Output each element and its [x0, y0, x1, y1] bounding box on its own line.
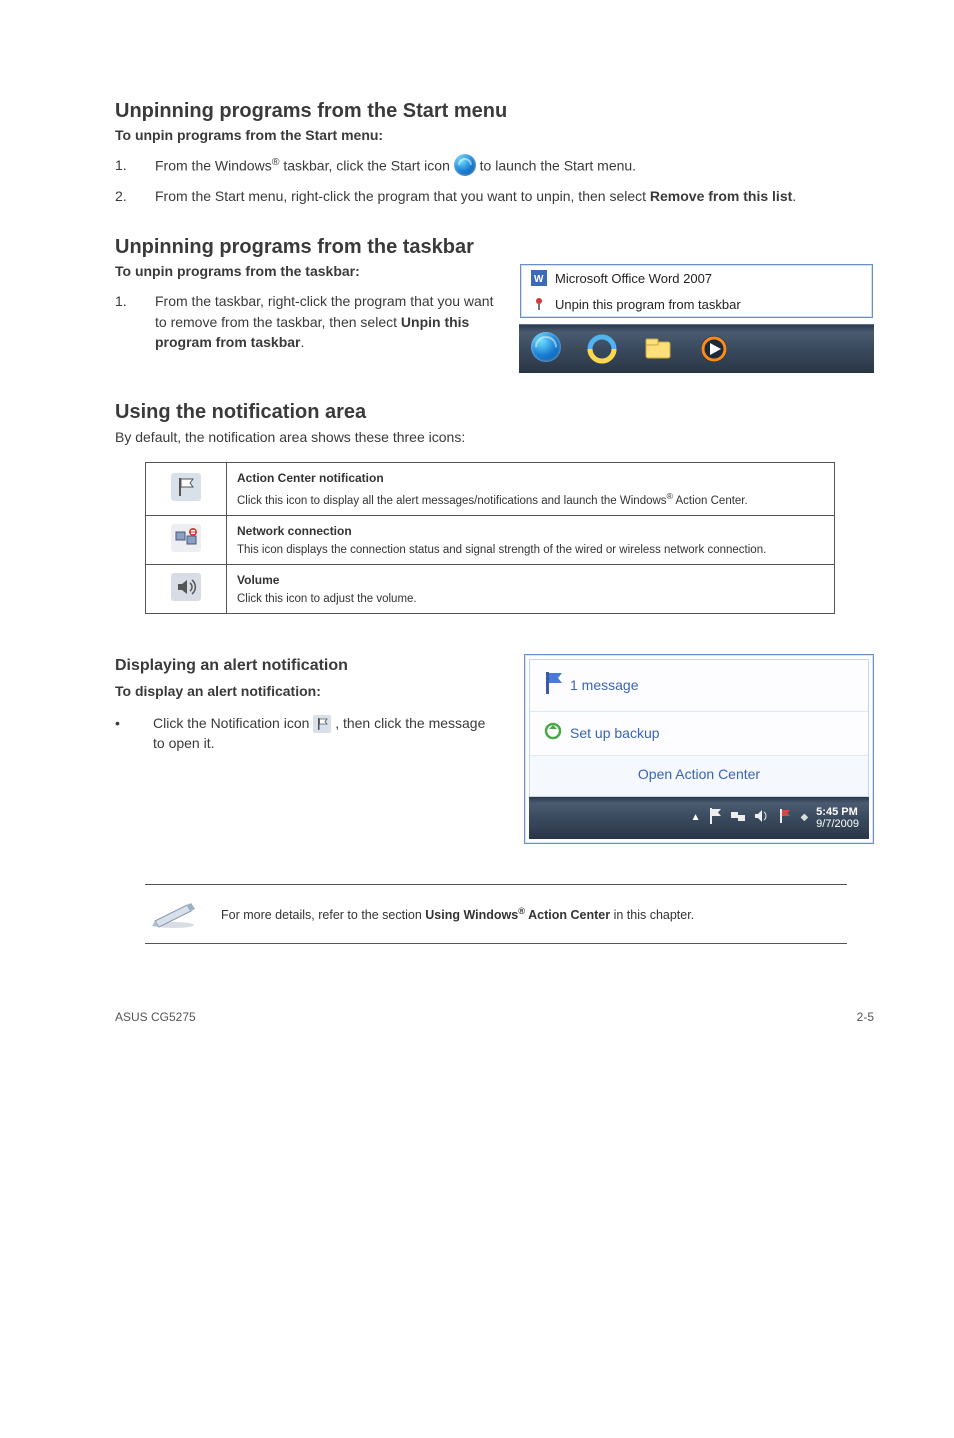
start-icon	[454, 154, 476, 176]
row1-desc: Click this icon to display all the alert…	[237, 495, 748, 507]
word-icon: W	[531, 270, 547, 286]
sec2-step1-number: 1.	[115, 291, 155, 352]
alert-step-text: Click the Notification icon , then click…	[153, 713, 498, 754]
heading-unpin-taskbar: Unpinning programs from the taskbar	[115, 236, 874, 259]
tray-volume-icon[interactable]	[754, 809, 770, 826]
step2-number: 2.	[115, 186, 155, 206]
tray-flag-icon[interactable]	[778, 808, 792, 827]
row1-title: Action Center notification	[237, 471, 824, 485]
tray-action-center-icon[interactable]	[708, 807, 722, 828]
step1-number: 1.	[115, 155, 155, 178]
row3-desc: Click this icon to adjust the volume.	[237, 593, 417, 605]
sub-alert-notification: To display an alert notification:	[115, 681, 498, 701]
sec2-step1-text: From the taskbar, right-click the progra…	[155, 291, 499, 352]
row2-desc: This icon displays the connection status…	[237, 544, 766, 556]
action-center-balloon-screenshot: 1 message Set up backup Open Action Cent…	[524, 654, 874, 844]
row3-title: Volume	[237, 573, 824, 587]
sub-unpin-start: To unpin programs from the Start menu:	[115, 127, 874, 143]
heading-unpin-start: Unpinning programs from the Start menu	[115, 100, 874, 123]
popup-item-word[interactable]: W Microsoft Office Word 2007	[521, 265, 872, 291]
heading-alert-notification: Displaying an alert notification	[115, 654, 498, 677]
row2-title: Network connection	[237, 524, 824, 538]
volume-icon	[171, 573, 201, 601]
notification-icons-table: Action Center notification Click this ic…	[145, 462, 835, 614]
flag-icon	[171, 473, 201, 501]
heading-notification-area: Using the notification area	[115, 401, 874, 424]
popup-item-unpin[interactable]: Unpin this program from taskbar	[521, 291, 872, 317]
footer-right: 2-5	[857, 1010, 874, 1024]
step1-text: From the Windows® taskbar, click the Sta…	[155, 155, 874, 178]
balloon-open-action-center[interactable]: Open Action Center	[638, 766, 760, 782]
bullet: •	[115, 713, 123, 754]
popup-item-unpin-label: Unpin this program from taskbar	[555, 297, 741, 312]
start-icon[interactable]	[529, 332, 563, 366]
pencil-icon	[151, 899, 197, 929]
balloon-backup-link[interactable]: Set up backup	[570, 725, 660, 741]
footer-left: ASUS CG5275	[115, 1010, 196, 1024]
network-icon	[171, 524, 201, 552]
tray-clock[interactable]: 5:45 PM 9/7/2009	[816, 806, 859, 830]
tray-chevron-icon[interactable]: ▲	[691, 812, 701, 823]
taskbar-popup-screenshot: W Microsoft Office Word 2007 Unpin this …	[519, 263, 874, 373]
flag-icon	[542, 670, 564, 701]
svg-text:W: W	[534, 274, 544, 285]
ie-icon[interactable]	[585, 332, 619, 366]
sub-unpin-taskbar: To unpin programs from the taskbar:	[115, 263, 499, 279]
backup-icon	[544, 722, 562, 745]
notif-intro: By default, the notification area shows …	[115, 428, 874, 448]
note-text: For more details, refer to the section U…	[221, 906, 694, 922]
flag-icon	[313, 715, 331, 733]
wmp-icon[interactable]	[697, 332, 731, 366]
tray-input-icon[interactable]: ◆	[800, 812, 808, 823]
tray-network-icon[interactable]	[730, 809, 746, 826]
explorer-icon[interactable]	[641, 332, 675, 366]
balloon-message-link[interactable]: 1 message	[570, 677, 638, 693]
step2-text: From the Start menu, right-click the pro…	[155, 186, 874, 206]
popup-item-word-label: Microsoft Office Word 2007	[555, 271, 712, 286]
note-box: For more details, refer to the section U…	[145, 884, 847, 944]
pin-icon	[531, 296, 547, 312]
